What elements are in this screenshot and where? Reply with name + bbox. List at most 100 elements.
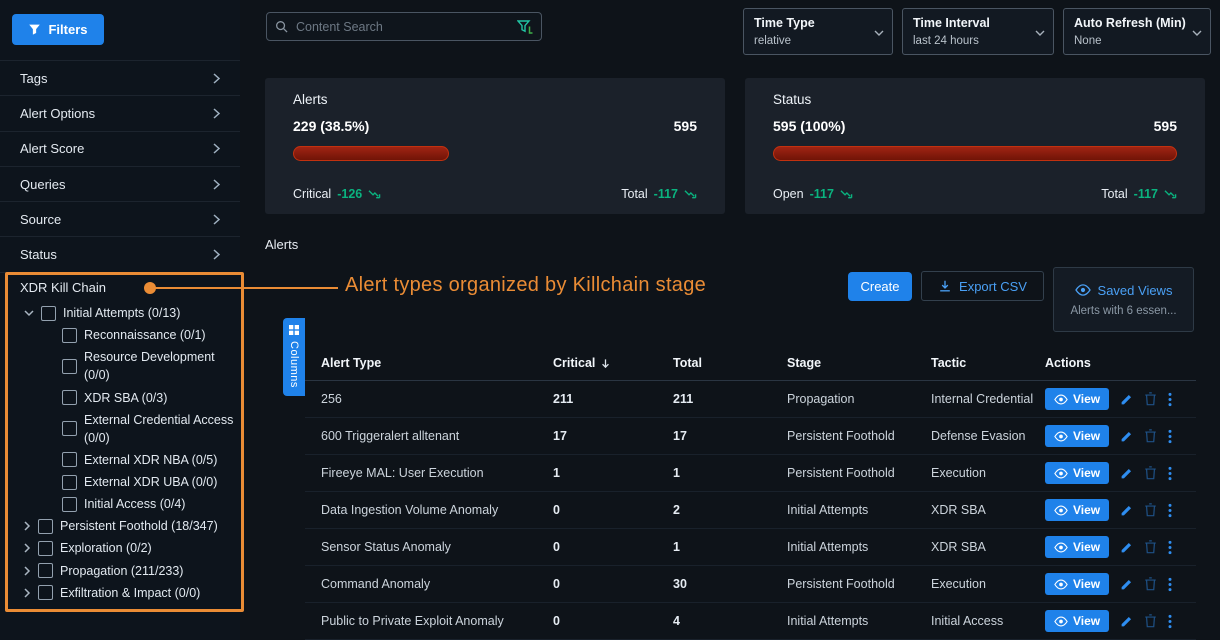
delete-icon[interactable] bbox=[1144, 503, 1157, 517]
kebab-menu-icon[interactable] bbox=[1168, 392, 1172, 407]
delete-icon[interactable] bbox=[1144, 614, 1157, 628]
header-alert-type[interactable]: Alert Type bbox=[321, 356, 553, 370]
cell-tactic: Execution bbox=[931, 466, 1045, 480]
caret-right-icon[interactable] bbox=[24, 588, 31, 598]
checkbox[interactable] bbox=[62, 328, 77, 343]
killchain-tree-item[interactable]: Exploration (0/2) bbox=[24, 539, 234, 557]
sidebar-item-source[interactable]: Source bbox=[0, 202, 240, 237]
sidebar-item-tags[interactable]: Tags bbox=[0, 60, 240, 96]
killchain-tree-item[interactable]: Initial Access (0/4) bbox=[62, 495, 234, 513]
caret-right-icon[interactable] bbox=[24, 566, 31, 576]
chevron-right-icon bbox=[213, 143, 220, 154]
cell-critical: 0 bbox=[553, 540, 673, 554]
killchain-tree-item[interactable]: Resource Development (0/0) bbox=[62, 348, 234, 384]
eye-icon bbox=[1054, 468, 1068, 479]
checkbox[interactable] bbox=[38, 585, 53, 600]
content-search-input[interactable] bbox=[294, 19, 511, 35]
killchain-tree-item[interactable]: Reconnaissance (0/1) bbox=[62, 326, 234, 344]
trend-down-icon bbox=[1164, 188, 1177, 200]
cell-total: 17 bbox=[673, 429, 787, 443]
kebab-menu-icon[interactable] bbox=[1168, 503, 1172, 518]
chevron-right-icon bbox=[213, 249, 220, 260]
dropdown-label: Time Type bbox=[754, 16, 868, 30]
edit-icon[interactable] bbox=[1120, 578, 1133, 591]
killchain-tree-item[interactable]: External Credential Access (0/0) bbox=[62, 411, 234, 447]
advanced-query-icon[interactable] bbox=[517, 20, 533, 34]
auto-refresh-dropdown[interactable]: Auto Refresh (Min) None bbox=[1063, 8, 1211, 55]
killchain-tree-item[interactable]: Initial Attempts (0/13) bbox=[24, 304, 234, 322]
time-type-dropdown[interactable]: Time Type relative bbox=[743, 8, 893, 55]
filters-button-label: Filters bbox=[48, 22, 87, 37]
delete-icon[interactable] bbox=[1144, 466, 1157, 480]
dropdown-value: None bbox=[1074, 35, 1186, 47]
killchain-tree-item[interactable]: External XDR UBA (0/0) bbox=[62, 473, 234, 491]
view-button[interactable]: View bbox=[1045, 610, 1109, 632]
caret-down-icon[interactable] bbox=[24, 310, 34, 317]
edit-icon[interactable] bbox=[1120, 393, 1133, 406]
kebab-menu-icon[interactable] bbox=[1168, 466, 1172, 481]
killchain-tree-item[interactable]: External XDR NBA (0/5) bbox=[62, 451, 234, 469]
kebab-menu-icon[interactable] bbox=[1168, 540, 1172, 555]
header-total[interactable]: Total bbox=[673, 356, 787, 370]
sidebar-menu-item-label: Queries bbox=[20, 177, 66, 192]
eye-icon bbox=[1054, 394, 1068, 405]
checkbox[interactable] bbox=[62, 359, 77, 374]
checkbox[interactable] bbox=[41, 306, 56, 321]
checkbox[interactable] bbox=[62, 390, 77, 405]
view-button[interactable]: View bbox=[1045, 462, 1109, 484]
checkbox[interactable] bbox=[62, 421, 77, 436]
cell-tactic: Defense Evasion bbox=[931, 429, 1045, 443]
delete-icon[interactable] bbox=[1144, 577, 1157, 591]
edit-icon[interactable] bbox=[1120, 467, 1133, 480]
sidebar-item-alert-options[interactable]: Alert Options bbox=[0, 96, 240, 131]
header-tactic[interactable]: Tactic bbox=[931, 356, 1045, 370]
columns-tab[interactable]: Columns bbox=[283, 318, 305, 396]
killchain-tree-item[interactable]: XDR SBA (0/3) bbox=[62, 389, 234, 407]
eye-icon bbox=[1054, 505, 1068, 516]
sidebar-item-queries[interactable]: Queries bbox=[0, 167, 240, 202]
delta-value: -117 bbox=[1134, 187, 1158, 201]
export-csv-button[interactable]: Export CSV bbox=[921, 271, 1044, 301]
view-button-label: View bbox=[1073, 392, 1100, 406]
checkbox[interactable] bbox=[38, 541, 53, 556]
view-button[interactable]: View bbox=[1045, 388, 1109, 410]
cell-critical: 0 bbox=[553, 577, 673, 591]
caret-right-icon[interactable] bbox=[24, 543, 31, 553]
view-button[interactable]: View bbox=[1045, 499, 1109, 521]
edit-icon[interactable] bbox=[1120, 615, 1133, 628]
checkbox[interactable] bbox=[62, 452, 77, 467]
delete-icon[interactable] bbox=[1144, 392, 1157, 406]
killchain-tree-item[interactable]: Persistent Foothold (18/347) bbox=[24, 517, 234, 535]
time-interval-dropdown[interactable]: Time Interval last 24 hours bbox=[902, 8, 1054, 55]
kebab-menu-icon[interactable] bbox=[1168, 429, 1172, 444]
edit-icon[interactable] bbox=[1120, 541, 1133, 554]
filters-button[interactable]: Filters bbox=[12, 14, 104, 45]
content-search-box bbox=[266, 12, 542, 41]
checkbox[interactable] bbox=[38, 563, 53, 578]
sidebar-item-alert-score[interactable]: Alert Score bbox=[0, 132, 240, 167]
annotation-text: Alert types organized by Killchain stage bbox=[345, 274, 706, 297]
killchain-tree-item[interactable]: Exfiltration & Impact (0/0) bbox=[24, 584, 234, 602]
edit-icon[interactable] bbox=[1120, 504, 1133, 517]
view-button[interactable]: View bbox=[1045, 573, 1109, 595]
delete-icon[interactable] bbox=[1144, 540, 1157, 554]
chevron-right-icon bbox=[213, 214, 220, 225]
kebab-menu-icon[interactable] bbox=[1168, 577, 1172, 592]
view-button[interactable]: View bbox=[1045, 425, 1109, 447]
checkbox[interactable] bbox=[62, 475, 77, 490]
saved-views-button[interactable]: Saved Views Alerts with 6 essen... bbox=[1053, 267, 1194, 332]
caret-right-icon[interactable] bbox=[24, 521, 31, 531]
sidebar-item-status[interactable]: Status bbox=[0, 237, 240, 272]
header-critical[interactable]: Critical bbox=[553, 356, 673, 370]
kebab-menu-icon[interactable] bbox=[1168, 614, 1172, 629]
header-stage[interactable]: Stage bbox=[787, 356, 931, 370]
checkbox[interactable] bbox=[62, 497, 77, 512]
killchain-section-header[interactable]: XDR Kill Chain bbox=[20, 280, 106, 295]
killchain-tree-item[interactable]: Propagation (211/233) bbox=[24, 562, 234, 580]
view-button[interactable]: View bbox=[1045, 536, 1109, 558]
checkbox[interactable] bbox=[38, 519, 53, 534]
edit-icon[interactable] bbox=[1120, 430, 1133, 443]
create-button[interactable]: Create bbox=[848, 272, 912, 301]
delete-icon[interactable] bbox=[1144, 429, 1157, 443]
killchain-tree-item-label: Exfiltration & Impact (0/0) bbox=[60, 584, 200, 602]
